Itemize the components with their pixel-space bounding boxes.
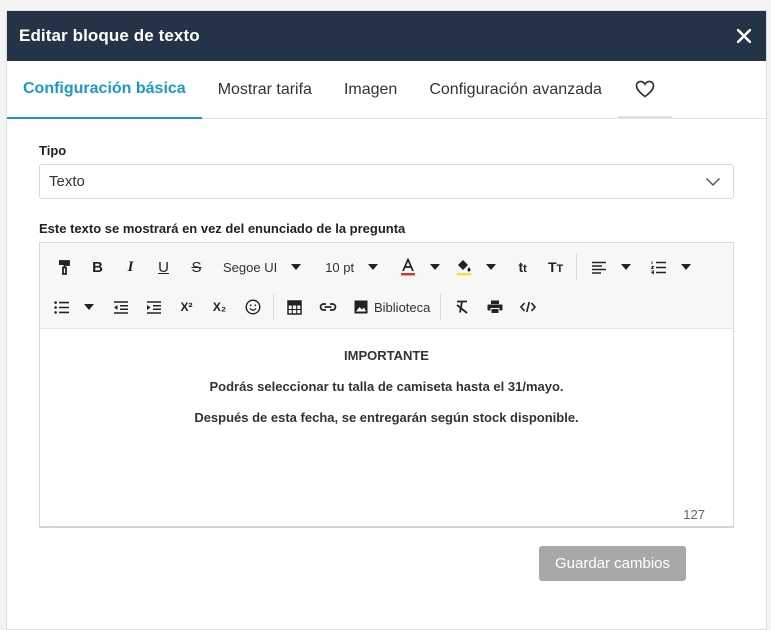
- tab-show-rate[interactable]: Mostrar tarifa: [202, 61, 328, 118]
- dialog-title: Editar bloque de texto: [19, 26, 200, 45]
- print-button[interactable]: [478, 293, 511, 321]
- edit-text-block-dialog: Editar bloque de texto Configuración bás…: [6, 10, 767, 630]
- tab-image[interactable]: Imagen: [328, 61, 413, 118]
- caret-down-icon: [84, 304, 94, 310]
- uppercase-button[interactable]: TT: [539, 253, 572, 281]
- font-family-value: Segoe UI: [223, 259, 278, 275]
- subscript-icon: X₂: [212, 300, 227, 314]
- underline-button[interactable]: U: [147, 253, 180, 281]
- content-line-1: IMPORTANTE: [344, 348, 429, 363]
- table-button[interactable]: [278, 293, 311, 321]
- underline-icon: U: [158, 258, 169, 276]
- character-count: 127: [683, 507, 705, 522]
- image-icon: [354, 300, 368, 314]
- toolbar-row-1: B I U S Segoe UI 10 pt tt TT: [48, 247, 725, 287]
- library-label: Biblioteca: [374, 299, 431, 315]
- clear-format-icon: [456, 300, 468, 314]
- align-left-icon: [592, 261, 607, 274]
- format-painter-icon: [58, 259, 70, 275]
- bullet-list-icon: [54, 300, 69, 314]
- clear-format-button[interactable]: [445, 293, 478, 321]
- emoji-icon: [244, 299, 261, 315]
- font-size-dropdown[interactable]: 10 pt: [319, 253, 384, 281]
- align-dropdown[interactable]: [585, 253, 637, 281]
- caret-down-icon: [486, 264, 497, 270]
- indent-button[interactable]: [137, 293, 170, 321]
- uppercase-icon: TT: [547, 259, 564, 275]
- strikethrough-icon: S: [191, 258, 202, 276]
- close-button[interactable]: [734, 26, 754, 46]
- caret-down-icon: [621, 264, 632, 270]
- caret-down-icon: [681, 264, 692, 270]
- content-line-2: Podrás seleccionar tu talla de camiseta …: [209, 379, 564, 394]
- dialog-footer: Guardar cambios: [39, 528, 734, 581]
- tipo-label: Tipo: [39, 143, 67, 158]
- bold-icon: B: [92, 258, 103, 276]
- numbered-list-dropdown[interactable]: [645, 253, 697, 281]
- subscript-button[interactable]: X₂: [203, 293, 236, 321]
- toolbar-row-2: X² X₂ Biblioteca: [48, 287, 725, 327]
- dialog-header: Editar bloque de texto: [7, 11, 766, 61]
- highlight-icon: [457, 260, 472, 276]
- tipo-select[interactable]: Texto: [39, 164, 734, 199]
- bold-button[interactable]: B: [81, 253, 114, 281]
- caret-down-icon: [368, 264, 379, 270]
- editor-toolbar: B I U S Segoe UI 10 pt tt TT X² X₂ Bibli…: [40, 243, 733, 329]
- indent-icon: [146, 300, 161, 314]
- toolbar-separator: [440, 294, 442, 320]
- content-line-3: Después de esta fecha, se entregarán seg…: [194, 410, 579, 425]
- rich-text-editor: B I U S Segoe UI 10 pt tt TT X² X₂ Bibli…: [39, 242, 734, 528]
- italic-button[interactable]: I: [114, 253, 147, 281]
- editor-content[interactable]: IMPORTANTE Podrás seleccionar tu talla d…: [40, 329, 733, 425]
- library-button[interactable]: Biblioteca: [348, 293, 436, 321]
- font-color-dropdown[interactable]: [394, 253, 446, 281]
- editor-label: Este texto se mostrará en vez del enunci…: [39, 221, 406, 236]
- emoji-button[interactable]: [236, 293, 269, 321]
- superscript-button[interactable]: X²: [170, 293, 203, 321]
- heart-icon: [635, 80, 655, 98]
- lowercase-button[interactable]: tt: [506, 253, 539, 281]
- print-icon: [487, 300, 503, 314]
- toolbar-separator: [576, 254, 578, 280]
- bullet-list-dropdown[interactable]: [48, 293, 100, 321]
- highlight-color-dropdown[interactable]: [450, 253, 502, 281]
- tab-basic-settings[interactable]: Configuración básica: [7, 61, 202, 119]
- strikethrough-button[interactable]: S: [180, 253, 213, 281]
- italic-icon: I: [127, 258, 134, 275]
- chevron-down-icon: [705, 177, 721, 186]
- link-button[interactable]: [311, 293, 344, 321]
- tab-favorite[interactable]: [617, 61, 672, 118]
- superscript-icon: X²: [180, 300, 193, 314]
- outdent-button[interactable]: [104, 293, 137, 321]
- source-code-button[interactable]: [511, 293, 544, 321]
- save-changes-button[interactable]: Guardar cambios: [539, 546, 686, 581]
- code-icon: [519, 301, 536, 313]
- close-icon: [737, 29, 751, 43]
- caret-down-icon: [291, 264, 302, 270]
- tab-advanced-settings[interactable]: Configuración avanzada: [413, 61, 618, 118]
- caret-down-icon: [430, 264, 441, 270]
- numbered-list-icon: [651, 261, 667, 274]
- font-size-value: 10 pt: [325, 259, 355, 275]
- outdent-icon: [113, 300, 128, 314]
- link-icon: [319, 303, 336, 311]
- format-painter-button[interactable]: [48, 253, 81, 281]
- lowercase-icon: tt: [518, 259, 527, 275]
- table-icon: [287, 299, 302, 315]
- tab-bar: Configuración básica Mostrar tarifa Imag…: [7, 61, 766, 119]
- toolbar-separator: [273, 294, 274, 320]
- tipo-value: Texto: [49, 173, 85, 190]
- font-family-dropdown[interactable]: Segoe UI: [217, 253, 307, 281]
- font-color-icon: [401, 258, 416, 276]
